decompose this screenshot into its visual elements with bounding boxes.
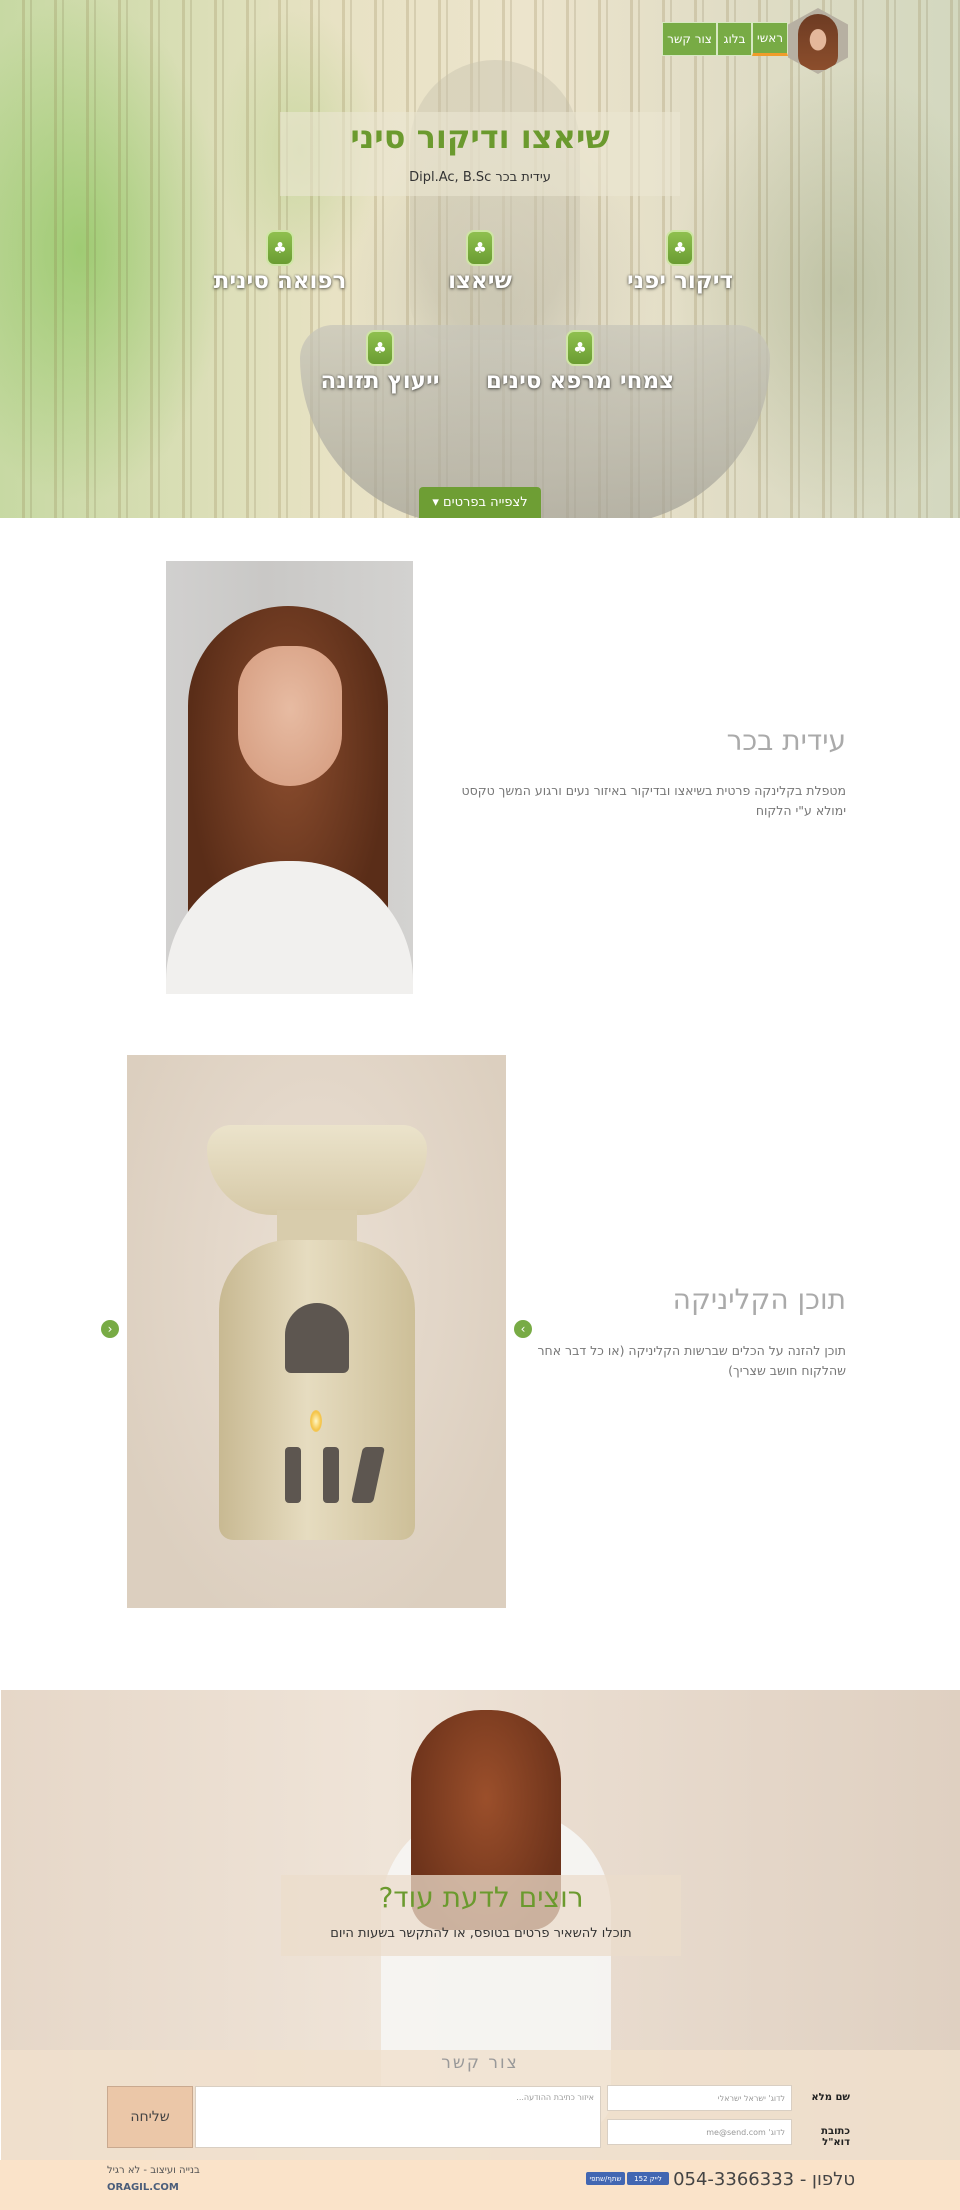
nav-contact[interactable]: צור קשר xyxy=(662,22,717,56)
tree-icon: ♣ xyxy=(566,330,594,366)
page-title: שיאצו ודיקור סיני xyxy=(350,118,610,156)
message-textarea[interactable]: איזור כתיבת ההודעה... xyxy=(195,2086,601,2148)
prev-arrow[interactable]: ‹ xyxy=(101,1320,119,1338)
fb-like-button[interactable]: לייק 152 xyxy=(627,2172,669,2185)
clinic-photo xyxy=(127,1055,506,1608)
therapist-photo xyxy=(166,561,413,994)
name-field[interactable]: לדוג' ישראל ישראלי xyxy=(607,2085,792,2111)
credit-link[interactable]: בנייה ועיצוב - לא רגיל xyxy=(107,2165,227,2176)
tree-icon: ♣ xyxy=(366,330,394,366)
about-title: עידית בכר xyxy=(726,724,846,757)
service-chinese-medicine[interactable]: ♣ רפואה סינית xyxy=(200,230,360,294)
service-label: שיאצו xyxy=(448,268,512,294)
service-label: ייעוץ תזונה xyxy=(320,368,440,394)
service-nutrition[interactable]: ♣ ייעוץ תזונה xyxy=(300,330,460,394)
clinic-title: תוכן הקליניקה xyxy=(672,1283,846,1316)
cta-subtitle: תוכלו להשאיר פרטים בטופס, או להתקשר בשעו… xyxy=(330,1926,632,1941)
contact-form-title: צור קשר xyxy=(441,2053,519,2073)
oragil-logo[interactable]: ORAGIL.COM xyxy=(107,2182,227,2193)
cta-title: רוצים לדעת עוד? xyxy=(378,1881,584,1914)
next-arrow[interactable]: › xyxy=(514,1320,532,1338)
view-details-button[interactable]: לצפייה בפרטים ▾ xyxy=(419,487,541,518)
clinic-text: תוכן להזנה על הכלים שברשות הקליניקה (או … xyxy=(537,1343,847,1378)
nav-home[interactable]: ראשי xyxy=(752,22,788,56)
chevron-right-icon: › xyxy=(520,1322,526,1336)
fb-share-button[interactable]: שתף/שתפי xyxy=(586,2172,625,2185)
service-label: רפואה סינית xyxy=(213,268,347,294)
send-button[interactable]: שליחה xyxy=(107,2086,193,2148)
buddha-statue-backdrop xyxy=(410,60,580,340)
about-text: מטפלת בקלינקה פרטית בשיאצו ובדיקור באיזו… xyxy=(461,783,846,818)
email-field[interactable]: לדוג' me@send.com xyxy=(607,2119,792,2145)
nav-blog[interactable]: בלוג xyxy=(717,22,752,56)
service-label: צמחי מרפא סינים xyxy=(485,368,675,394)
service-shiatsu[interactable]: ♣ שיאצו xyxy=(420,230,540,294)
service-chinese-herbs[interactable]: ♣ צמחי מרפא סינים xyxy=(480,330,680,394)
tree-icon: ♣ xyxy=(266,230,294,266)
chevron-left-icon: ‹ xyxy=(107,1322,113,1336)
service-japanese-acupuncture[interactable]: ♣ דיקור יפני xyxy=(620,230,740,294)
service-label: דיקור יפני xyxy=(626,268,734,294)
tree-icon: ♣ xyxy=(666,230,694,266)
tree-icon: ♣ xyxy=(466,230,494,266)
name-label: שם מלא xyxy=(811,2092,850,2103)
avatar-face xyxy=(798,14,838,70)
page-subtitle: עידית בכר Dipl.Ac, B.Sc xyxy=(409,170,551,185)
email-label: כתובת דוא"ל xyxy=(821,2126,850,2148)
phone-number: טלפון - 054-3366333 xyxy=(673,2169,855,2190)
